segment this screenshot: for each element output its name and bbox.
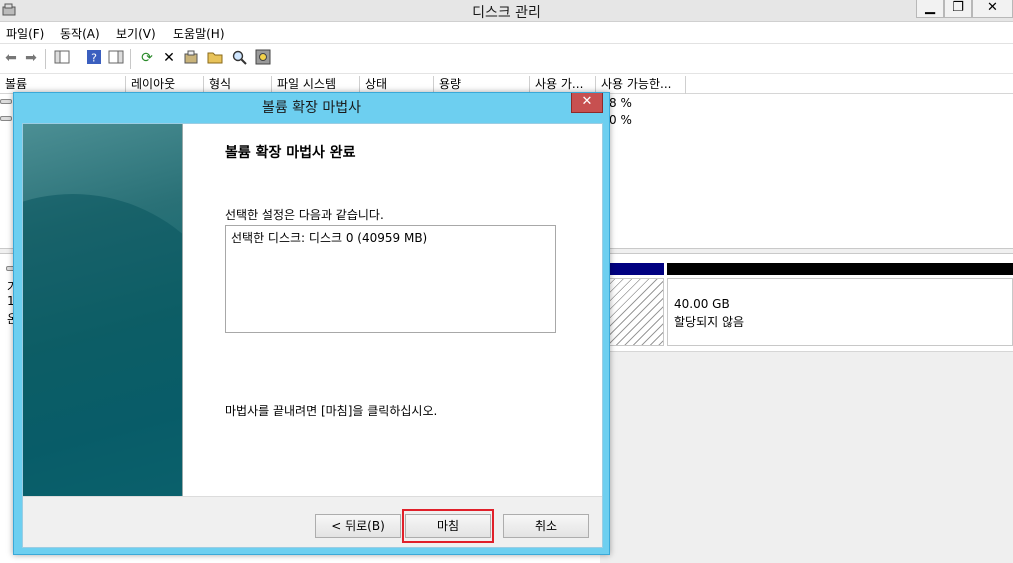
extend-volume-wizard-dialog: 볼륨 확장 마법사 ✕ 볼륨 확장 마법사 완료 선택한 설정은 다음과 같습니… — [13, 92, 610, 555]
wizard-button-bar: < 뒤로(B) 마침 취소 — [23, 496, 602, 547]
open-folder-icon[interactable] — [206, 49, 224, 67]
unallocated-size: 40.00 GB — [674, 297, 730, 311]
svg-text:?: ? — [91, 52, 97, 65]
selected-disk-text: 선택한 디스크: 디스크 0 (40959 MB) — [231, 231, 428, 245]
unallocated-status: 할당되지 않음 — [674, 315, 745, 329]
menu-bar: 파일(F) 동작(A) 보기(V) 도움말(H) — [0, 22, 1013, 44]
wizard-intro-text: 선택한 설정은 다음과 같습니다. — [225, 208, 384, 222]
finish-button[interactable]: 마침 — [405, 514, 491, 538]
menu-action[interactable]: 동작(A) — [60, 25, 100, 42]
primary-partition-block[interactable] — [606, 278, 664, 346]
minimize-button[interactable]: ▁ — [916, 0, 944, 18]
properties-icon[interactable] — [182, 49, 200, 67]
unallocated-bar — [667, 263, 1013, 275]
menu-help[interactable]: 도움말(H) — [173, 25, 225, 42]
volume-row-percent-free: 0 % — [609, 113, 632, 127]
wizard-finish-instructions: 마법사를 끝내려면 [마침]을 클릭하십시오. — [225, 404, 438, 418]
window-title: 디스크 관리 — [472, 5, 541, 21]
title-bar: 디스크 관리 ▁ ❐ ✕ — [0, 0, 1013, 22]
maximize-button[interactable]: ❐ — [944, 0, 972, 18]
wizard-content: 볼륨 확장 마법사 완료 선택한 설정은 다음과 같습니다. 선택한 디스크: … — [22, 123, 603, 548]
menu-view[interactable]: 보기(V) — [116, 25, 156, 42]
action-pane-icon[interactable] — [107, 49, 125, 67]
toolbar-separator — [45, 49, 46, 69]
back-arrow-icon[interactable]: ⬅ — [2, 49, 20, 67]
delete-icon[interactable]: ✕ — [160, 49, 178, 67]
menu-file[interactable]: 파일(F) — [6, 25, 44, 42]
empty-disk-area — [600, 351, 1013, 563]
wizard-side-banner — [23, 124, 182, 496]
toolbar-separator — [130, 49, 131, 69]
help-icon[interactable]: ? — [85, 49, 103, 67]
refresh-icon[interactable]: ⟳ — [138, 49, 156, 67]
unallocated-partition-block[interactable]: 40.00 GB 할당되지 않음 — [667, 278, 1013, 346]
selected-settings-box[interactable]: 선택한 디스크: 디스크 0 (40959 MB) — [225, 225, 556, 333]
close-button[interactable]: ✕ — [972, 0, 1013, 18]
toolbar: ⬅ ➡ ? ⟳ ✕ — [0, 44, 1013, 74]
wizard-title: 볼륨 확장 마법사 — [261, 100, 362, 116]
banner-swoosh-decoration — [23, 194, 182, 496]
volume-icon — [0, 99, 12, 104]
primary-partition-bar — [606, 263, 664, 275]
wizard-close-button[interactable]: ✕ — [571, 93, 603, 113]
forward-arrow-icon[interactable]: ➡ — [22, 49, 40, 67]
wizard-main-panel: 볼륨 확장 마법사 완료 선택한 설정은 다음과 같습니다. 선택한 디스크: … — [182, 124, 602, 496]
search-icon[interactable] — [230, 49, 248, 67]
volume-row-percent-free: 8 % — [609, 96, 632, 110]
console-tree-icon[interactable] — [53, 49, 71, 67]
settings-icon[interactable] — [254, 49, 272, 67]
cancel-button[interactable]: 취소 — [503, 514, 589, 538]
back-button[interactable]: < 뒤로(B) — [315, 514, 401, 538]
wizard-heading: 볼륨 확장 마법사 완료 — [225, 145, 356, 161]
volume-icon — [0, 116, 12, 121]
